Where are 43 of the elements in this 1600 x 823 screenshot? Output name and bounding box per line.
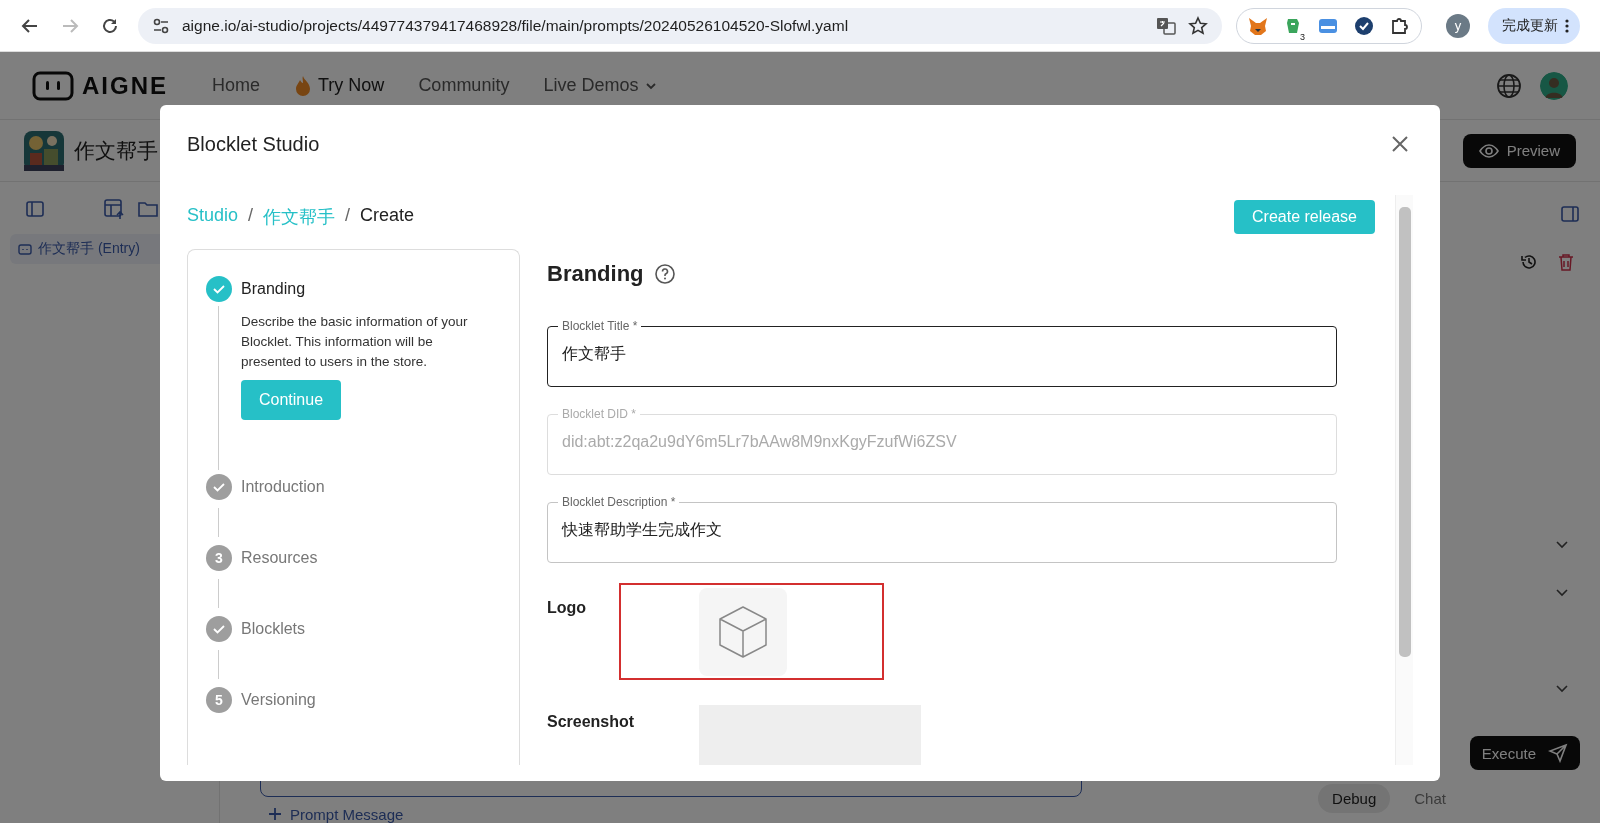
nav-link[interactable]: Home xyxy=(212,75,261,97)
text-field[interactable]: Blocklet Description * 快速帮助学生完成作文 xyxy=(547,495,1337,563)
breadcrumb-link[interactable]: Studio xyxy=(187,205,239,229)
logo-text: AIGNE xyxy=(82,71,168,100)
field-value: did:abt:z2qa2u9dY6m5Lr7bAAw8M9nxKgyFzufWi6ZSV xyxy=(562,432,957,452)
profile-avatar[interactable]: y xyxy=(1446,13,1470,38)
step-label[interactable]: Resources xyxy=(241,549,318,567)
continue-button[interactable]: Continue xyxy=(241,380,342,420)
text-field[interactable]: Blocklet Title * 作文帮手 xyxy=(547,319,1337,387)
step-label[interactable]: Branding xyxy=(241,280,306,298)
nav-link[interactable]: Community xyxy=(418,75,510,97)
step-indicator: 3 xyxy=(206,545,232,571)
badge-count: 3 xyxy=(1298,31,1307,42)
create-release-button[interactable]: Create release xyxy=(1234,200,1375,234)
field-value: 快速帮助学生完成作文 xyxy=(562,520,722,540)
field-label: Blocklet Title * xyxy=(561,319,639,333)
add-prompt-message-link[interactable]: Prompt Message xyxy=(260,805,1082,823)
nav-link[interactable]: Live Demos xyxy=(543,75,659,97)
field-value: 作文帮手 xyxy=(562,344,626,364)
mode-tab[interactable]: Debug xyxy=(1318,784,1391,813)
breadcrumb-link[interactable]: 作文帮手 xyxy=(263,205,336,229)
logo-label: Logo xyxy=(547,598,588,618)
screenshot-label: Screenshot xyxy=(547,712,636,732)
step-label[interactable]: Introduction xyxy=(241,478,325,496)
dialog-title: Blocklet Studio xyxy=(187,132,320,156)
execute-button[interactable]: Execute xyxy=(1469,736,1580,770)
project-title: 作文帮手 xyxy=(74,137,158,164)
nav-link[interactable]: Try Now xyxy=(294,74,385,97)
step-indicator: 5 xyxy=(206,687,232,713)
breadcrumb-separator: / xyxy=(345,205,351,227)
step-label[interactable]: Blocklets xyxy=(241,620,306,638)
field-label: Blocklet Description * xyxy=(561,495,677,509)
step-description: Describe the basic information of your Blocklet. This information will be presented to users in the store. xyxy=(241,313,469,371)
address-bar[interactable]: aigne.io/ai-studio/projects/449774379417468928/file/main/prompts/20240526104520-Slofwl.yaml xyxy=(138,7,1222,44)
breadcrumb-current: Create xyxy=(360,205,415,227)
url-text: aigne.io/ai-studio/projects/449774379417468928/file/main/prompts/20240526104520-Slofwl.yaml xyxy=(182,16,850,35)
step-label[interactable]: Versioning xyxy=(241,691,316,709)
breadcrumb-separator: / xyxy=(248,205,254,227)
mode-tab[interactable]: Chat xyxy=(1400,784,1460,813)
section-title: Branding xyxy=(547,261,644,287)
field-label: Blocklet DID * xyxy=(561,407,638,421)
preview-button[interactable]: Preview xyxy=(1462,133,1576,168)
update-button[interactable]: 完成更新 xyxy=(1488,7,1580,44)
